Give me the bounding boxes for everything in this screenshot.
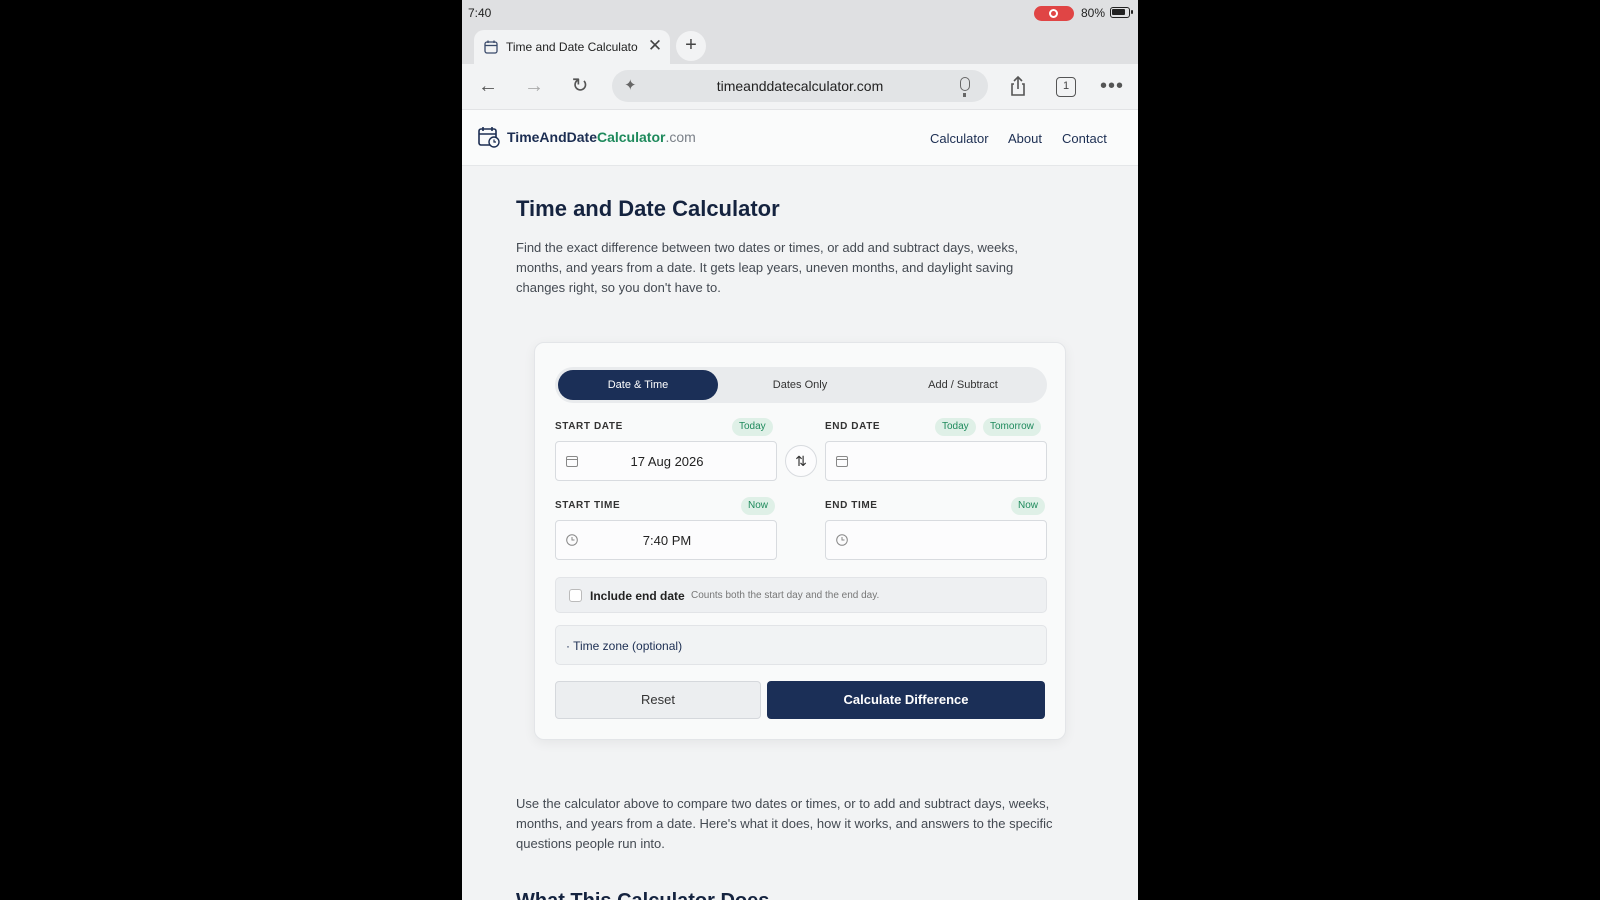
timezone-disclosure[interactable]: · Time zone (optional) (555, 625, 1047, 665)
reset-button[interactable]: Reset (555, 681, 761, 719)
share-icon[interactable] (1004, 72, 1032, 100)
start-date-value: 17 Aug 2026 (630, 454, 704, 469)
device-screen: 7:40 80% Time and Date Calculato ✕ + ← →… (462, 0, 1138, 900)
tab-add-subtract[interactable]: Add / Subtract (882, 370, 1044, 400)
logo-part-2: Calculator (596, 129, 666, 145)
logo-part-3: .com (665, 129, 696, 145)
browser-tab[interactable]: Time and Date Calculato ✕ (474, 30, 670, 64)
reload-icon[interactable]: ↻ (566, 72, 594, 100)
swap-icon[interactable]: ⇅ (785, 445, 817, 477)
tab-strip: Time and Date Calculato ✕ + (462, 26, 1138, 64)
address-text[interactable]: timeanddatecalculator.com (612, 78, 988, 94)
tab-title: Time and Date Calculato (506, 40, 638, 54)
battery-icon (1110, 7, 1133, 18)
timezone-label-text: Time zone (optional) (573, 639, 683, 653)
site-logo[interactable]: TimeAndDateCalculator.com (507, 129, 696, 145)
calculator-card: Date & Time Dates Only Add / Subtract ST… (534, 342, 1066, 740)
end-date-tomorrow-chip[interactable]: Tomorrow (983, 418, 1041, 436)
mode-tabs: Date & Time Dates Only Add / Subtract (555, 367, 1047, 403)
mic-icon[interactable] (960, 77, 970, 97)
start-time-now-chip[interactable]: Now (741, 497, 776, 515)
start-time-field[interactable]: 7:40 PM (555, 520, 777, 560)
status-time: 7:40 (468, 6, 492, 20)
status-bar: 7:40 80% (462, 0, 1138, 26)
site-header: TimeAndDateCalculator.com Calculator Abo… (462, 110, 1138, 166)
calculate-difference-button[interactable]: Calculate Difference (767, 681, 1045, 719)
start-date-field[interactable]: 17 Aug 2026 (555, 441, 777, 481)
section-heading: What This Calculator Does (516, 890, 769, 900)
start-time-value: 7:40 PM (642, 533, 692, 548)
tabs-icon[interactable]: 1 (1056, 77, 1076, 97)
page-title: Time and Date Calculator (516, 196, 780, 221)
forward-icon[interactable]: → (520, 72, 548, 100)
timezone-label: · Time zone (optional) (566, 639, 683, 653)
nav-about[interactable]: About (1008, 131, 1042, 146)
plus-icon[interactable]: + (676, 31, 706, 61)
tab-dates-only[interactable]: Dates Only (720, 370, 880, 400)
start-date-label: START DATE (555, 421, 623, 432)
logo-part-1: TimeAndDate (507, 129, 597, 145)
end-date-today-chip[interactable]: Today (935, 418, 976, 436)
calendar-icon (836, 456, 848, 467)
include-end-date-hint: Counts both the start day and the end da… (691, 590, 880, 601)
end-time-label: END TIME (825, 500, 878, 511)
end-date-label: END DATE (825, 421, 881, 432)
nav-calculator[interactable]: Calculator (930, 131, 989, 146)
record-icon (1034, 6, 1074, 21)
calendar-logo-icon[interactable] (478, 126, 500, 148)
close-icon[interactable]: ✕ (646, 37, 664, 55)
end-time-now-chip[interactable]: Now (1011, 497, 1046, 515)
include-end-date-label[interactable]: Include end date (590, 589, 685, 603)
back-icon[interactable]: ← (474, 72, 502, 100)
include-end-date-row: Include end date Counts both the start d… (555, 577, 1047, 613)
nav-contact[interactable]: Contact (1062, 131, 1107, 146)
more-icon[interactable]: ••• (1098, 72, 1126, 100)
include-end-date-checkbox[interactable] (569, 589, 582, 602)
end-date-field[interactable] (825, 441, 1047, 481)
start-date-today-chip[interactable]: Today (732, 418, 773, 436)
outro-paragraph: Use the calculator above to compare two … (516, 796, 1053, 851)
start-time-label: START TIME (555, 500, 621, 511)
browser-toolbar: ← → ↻ ✦ timeanddatecalculator.com 1 ••• (462, 64, 1138, 110)
clock-icon (836, 534, 848, 546)
end-time-field[interactable] (825, 520, 1047, 560)
calendar-favicon (484, 40, 498, 54)
address-bar[interactable]: ✦ timeanddatecalculator.com (612, 70, 988, 102)
battery-percent: 80% (1081, 6, 1106, 20)
intro-paragraph: Find the exact difference between two da… (516, 240, 1018, 295)
tab-date-time[interactable]: Date & Time (558, 370, 718, 400)
